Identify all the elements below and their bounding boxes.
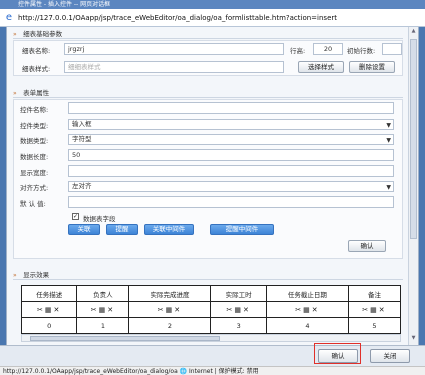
data-length-input[interactable]: 50: [68, 149, 394, 161]
style-input[interactable]: 细细表样式: [64, 61, 284, 73]
select-style-button[interactable]: 选择样式: [298, 61, 344, 73]
cut-copy-delete-icons[interactable]: ✂▦✕: [265, 301, 349, 318]
section-basic-header[interactable]: » 细表基础参数: [13, 29, 403, 39]
address-url: http://127.0.0.1/OAapp/jsp/trace_eWebEdi…: [18, 14, 338, 22]
align-label: 对齐方式:: [20, 184, 49, 192]
rows-label: 行高:: [290, 47, 306, 55]
section-form-box: 控件名称: 控件类型: 输入框 ▼ 数据类型: 字符型 ▼ 数据长度: 50 显…: [13, 99, 403, 259]
style-label: 细表样式:: [22, 65, 51, 73]
collapse-chevron-icon: »: [13, 31, 17, 38]
section-form-header[interactable]: » 表单属性: [13, 88, 403, 98]
display-width-input[interactable]: [68, 165, 394, 177]
table-header-cell: 实际工时: [210, 285, 267, 302]
dialog-content: » 细表基础参数 细表名称: jrgzrj 行高: 20 初始行数: 细表样式:…: [6, 27, 419, 345]
window-title-bar: 控件属性 - 插入控件 -- 网页对话框: [0, 0, 425, 9]
control-name-label: 控件名称:: [20, 106, 49, 114]
cut-copy-delete-icons[interactable]: ✂▦✕: [20, 301, 78, 318]
section-preview-header[interactable]: » 显示效果: [13, 270, 403, 280]
scroll-up-arrow-icon[interactable]: ▲: [410, 28, 417, 37]
index-cell: 3: [210, 317, 267, 334]
collapse-chevron-icon: »: [13, 272, 17, 279]
dropdown-arrow-icon: ▼: [386, 137, 391, 144]
section-preview-title: 显示效果: [23, 271, 50, 279]
align-value: 左对齐: [72, 182, 92, 190]
dialog-footer: 确认 关闭: [0, 345, 425, 366]
link-middleware-button[interactable]: 关联中间件: [144, 224, 194, 235]
status-bar: http://127.0.0.1/OAapp/jsp/trace_eWebEdi…: [0, 366, 425, 375]
link-button[interactable]: 关联: [68, 224, 100, 235]
preview-table: 任务描述 负责人 实际完成进度 实际工时 任务截止日期 备注 ✂▦✕ ✂▦✕ ✂…: [20, 285, 402, 334]
index-cell: 4: [265, 317, 349, 334]
table-name-input[interactable]: jrgzrj: [64, 43, 284, 55]
index-cell: 2: [128, 317, 212, 334]
table-field-label: 数据表字段: [83, 215, 116, 223]
index-cell: 5: [347, 317, 402, 334]
table-header-cell: 任务描述: [20, 285, 78, 302]
preview-horizontal-scrollbar[interactable]: [21, 334, 401, 342]
display-width-label: 显示宽度:: [20, 169, 49, 177]
cut-copy-delete-icons[interactable]: ✂▦✕: [128, 301, 212, 318]
cut-copy-delete-icons[interactable]: ✂▦✕: [347, 301, 402, 318]
section-basic-box: 细表名称: jrgzrj 行高: 20 初始行数: 细表样式: 细细表样式 选择…: [13, 40, 403, 76]
index-cell: 1: [76, 317, 130, 334]
data-type-label: 数据类型:: [20, 137, 49, 145]
control-name-input[interactable]: [68, 102, 394, 114]
data-type-select[interactable]: 字符型 ▼: [68, 134, 394, 145]
highlight-annotation: [314, 343, 361, 364]
init-rows-input[interactable]: [382, 43, 402, 55]
address-bar: e http://127.0.0.1/OAapp/jsp/trace_eWebE…: [0, 9, 425, 27]
dropdown-arrow-icon: ▼: [386, 122, 391, 129]
scrollbar-thumb[interactable]: [410, 39, 417, 239]
default-value-input[interactable]: [68, 196, 394, 208]
table-name-label: 细表名称:: [22, 47, 51, 55]
cut-copy-delete-icons[interactable]: ✂▦✕: [210, 301, 267, 318]
dropdown-arrow-icon: ▼: [386, 184, 391, 191]
index-cell: 0: [20, 317, 78, 334]
table-header-cell: 任务截止日期: [265, 285, 349, 302]
section-form-title: 表单属性: [23, 89, 50, 97]
remind-button[interactable]: 提醒: [106, 224, 138, 235]
table-field-checkbox[interactable]: ✓: [72, 213, 79, 220]
table-icon-row: ✂▦✕ ✂▦✕ ✂▦✕ ✂▦✕ ✂▦✕ ✂▦✕: [20, 301, 402, 318]
table-header-row: 任务描述 负责人 实际完成进度 实际工时 任务截止日期 备注: [20, 285, 402, 302]
status-text: http://127.0.0.1/OAapp/jsp/trace_eWebEdi…: [3, 368, 259, 375]
align-select[interactable]: 左对齐 ▼: [68, 181, 394, 192]
init-rows-label: 初始行数:: [347, 47, 376, 55]
table-header-cell: 负责人: [76, 285, 130, 302]
default-value-label: 默 认 值:: [20, 200, 46, 208]
control-type-select[interactable]: 输入框 ▼: [68, 119, 394, 130]
delete-setting-button[interactable]: 删除设置: [349, 61, 395, 73]
ie-page-icon: e: [5, 12, 13, 23]
section-basic-title: 细表基础参数: [23, 30, 63, 38]
scroll-down-arrow-icon[interactable]: ▼: [410, 335, 417, 344]
table-index-row: 0 1 2 3 4 5: [20, 317, 402, 334]
row-height-input[interactable]: 20: [313, 43, 343, 55]
window-title: 控件属性 - 插入控件 -- 网页对话框: [18, 1, 111, 8]
form-confirm-button[interactable]: 确认: [348, 240, 386, 252]
data-length-label: 数据长度:: [20, 153, 49, 161]
cut-copy-delete-icons[interactable]: ✂▦✕: [76, 301, 130, 318]
scrollbar-thumb[interactable]: [30, 336, 220, 341]
data-type-value: 字符型: [72, 135, 92, 143]
vertical-scrollbar[interactable]: ▲ ▼: [408, 27, 418, 345]
close-button[interactable]: 关闭: [370, 349, 410, 363]
collapse-chevron-icon: »: [13, 90, 17, 97]
control-type-label: 控件类型:: [20, 122, 49, 130]
table-header-cell: 备注: [347, 285, 402, 302]
control-type-value: 输入框: [72, 120, 92, 128]
remind-middleware-button[interactable]: 提醒中间件: [210, 224, 274, 235]
table-header-cell: 实际完成进度: [128, 285, 212, 302]
